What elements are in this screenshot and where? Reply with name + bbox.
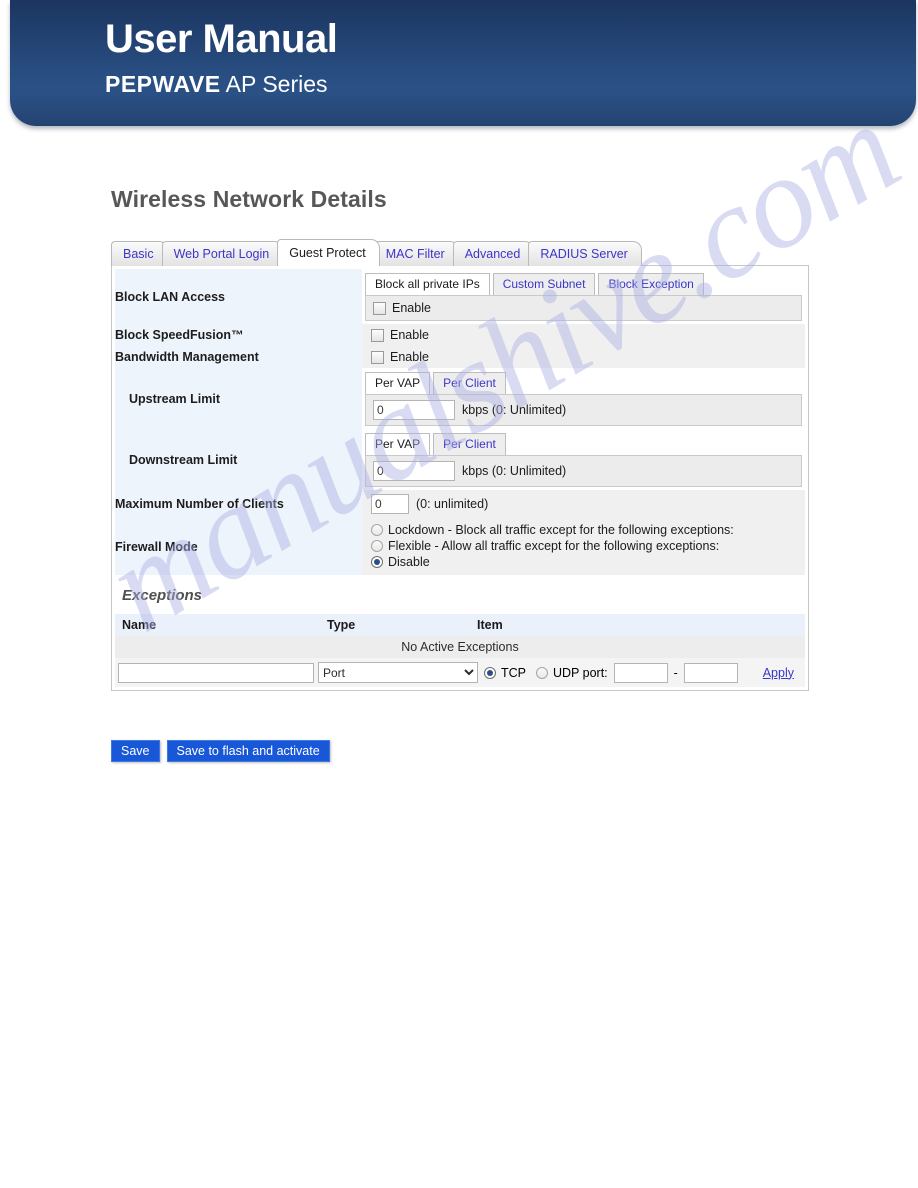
subtab-block-all-private-ips[interactable]: Block all private IPs: [365, 273, 490, 295]
row-downstream-limit: Downstream Limit Per VAP Per Client kbps…: [115, 429, 805, 490]
apply-exception-link[interactable]: Apply: [763, 666, 794, 680]
label-protocol-udp: UDP port:: [553, 665, 608, 680]
exceptions-header-row: Name Type Item: [115, 614, 805, 636]
label-bandwidth-management-enable: Enable: [390, 350, 429, 364]
tab-radius-server[interactable]: RADIUS Server: [528, 241, 642, 266]
checkbox-bandwidth-management-enable[interactable]: [371, 350, 384, 364]
page-title: Wireless Network Details: [111, 186, 387, 212]
exceptions-empty-message: No Active Exceptions: [115, 636, 805, 658]
column-header-item: Item: [470, 614, 805, 636]
label-protocol-tcp: TCP: [501, 665, 526, 680]
port-range-dash: -: [673, 665, 678, 680]
block-lan-enable-box: Enable: [365, 295, 802, 321]
subtab-downstream-per-client[interactable]: Per Client: [433, 433, 506, 455]
checkbox-block-lan-enable[interactable]: [373, 301, 386, 315]
value-block-lan-access: Block all private IPs Custom Subnet Bloc…: [362, 269, 805, 324]
unit-downstream-limit: kbps (0: Unlimited): [462, 464, 567, 478]
max-clients-line: (0: unlimited): [362, 490, 805, 518]
subtab-upstream-per-vap[interactable]: Per VAP: [365, 372, 431, 394]
row-block-speedfusion: Block SpeedFusion™ Enable: [115, 324, 805, 346]
value-bandwidth-management: Enable: [362, 346, 805, 368]
upstream-subtab-bar: Per VAP Per Client: [362, 368, 805, 394]
document-content: Wireless Network Details Basic Web Porta…: [0, 0, 918, 1188]
exceptions-empty-row: No Active Exceptions: [115, 636, 805, 658]
exceptions-section-title: Exceptions: [115, 575, 805, 614]
downstream-value-box: kbps (0: Unlimited): [365, 455, 802, 487]
input-downstream-limit[interactable]: [373, 461, 455, 481]
firewall-option-lockdown[interactable]: Lockdown - Block all traffic except for …: [371, 522, 798, 538]
label-bandwidth-management: Bandwidth Management: [115, 346, 362, 368]
label-block-lan-enable: Enable: [392, 301, 431, 315]
add-exception-form: Port TCP UDP port: - Apply: [118, 662, 802, 683]
radio-flexible[interactable]: [371, 540, 383, 552]
protocol-tcp-option[interactable]: TCP: [484, 666, 526, 680]
protocol-udp-option[interactable]: UDP port:: [536, 666, 608, 680]
action-button-bar: Save Save to flash and activate: [111, 740, 330, 762]
row-firewall-mode: Firewall Mode Lockdown - Block all traff…: [115, 518, 805, 575]
settings-table: Block LAN Access Block all private IPs C…: [115, 269, 805, 575]
label-firewall-mode: Firewall Mode: [115, 518, 362, 575]
exceptions-table: Name Type Item No Active Exceptions Port: [115, 614, 805, 687]
radio-disable[interactable]: [371, 556, 383, 568]
unit-max-clients: (0: unlimited): [416, 497, 489, 511]
radio-lockdown[interactable]: [371, 524, 383, 536]
input-max-clients[interactable]: [371, 494, 409, 514]
row-bandwidth-management: Bandwidth Management Enable: [115, 346, 805, 368]
speedfusion-enable-line: Enable: [362, 324, 805, 346]
row-max-clients: Maximum Number of Clients (0: unlimited): [115, 490, 805, 518]
value-upstream-limit: Per VAP Per Client kbps (0: Unlimited): [362, 368, 805, 429]
input-port-from[interactable]: [613, 662, 668, 683]
radio-protocol-udp[interactable]: [536, 666, 548, 679]
label-upstream-limit: Upstream Limit: [115, 368, 362, 429]
label-block-lan-access: Block LAN Access: [115, 269, 362, 324]
input-exception-name[interactable]: [118, 662, 314, 683]
upstream-value-box: kbps (0: Unlimited): [365, 394, 802, 426]
column-header-type: Type: [320, 614, 470, 636]
tab-guest-protect[interactable]: Guest Protect: [277, 239, 381, 266]
tab-mac-filter[interactable]: MAC Filter: [373, 241, 459, 266]
guest-protect-panel: Block LAN Access Block all private IPs C…: [111, 265, 809, 691]
block-lan-subtab-bar: Block all private IPs Custom Subnet Bloc…: [362, 269, 805, 295]
label-flexible: Flexible - Allow all traffic except for …: [388, 539, 720, 553]
row-upstream-limit: Upstream Limit Per VAP Per Client kbps (…: [115, 368, 805, 429]
downstream-subtab-bar: Per VAP Per Client: [362, 429, 805, 455]
input-upstream-limit[interactable]: [373, 400, 455, 420]
subtab-downstream-per-vap[interactable]: Per VAP: [365, 433, 431, 455]
subtab-block-exception[interactable]: Block Exception: [598, 273, 704, 295]
column-header-name: Name: [115, 614, 320, 636]
exceptions-add-row: Port TCP UDP port: - Apply: [115, 658, 805, 687]
label-max-clients: Maximum Number of Clients: [115, 490, 362, 518]
exceptions-add-cell: Port TCP UDP port: - Apply: [115, 658, 805, 687]
value-block-speedfusion: Enable: [362, 324, 805, 346]
label-lockdown: Lockdown - Block all traffic except for …: [388, 523, 734, 537]
tab-basic[interactable]: Basic: [111, 241, 168, 266]
label-downstream-limit: Downstream Limit: [115, 429, 362, 490]
firewall-mode-radio-group: Lockdown - Block all traffic except for …: [362, 518, 805, 575]
firewall-option-disable[interactable]: Disable: [371, 554, 798, 570]
value-downstream-limit: Per VAP Per Client kbps (0: Unlimited): [362, 429, 805, 490]
checkbox-block-speedfusion-enable[interactable]: [371, 328, 384, 342]
bandwidth-enable-line: Enable: [362, 346, 805, 368]
save-button[interactable]: Save: [111, 740, 160, 762]
radio-protocol-tcp[interactable]: [484, 666, 496, 679]
label-block-speedfusion: Block SpeedFusion™: [115, 324, 362, 346]
tab-bar: Basic Web Portal Login Guest Protect MAC…: [111, 239, 642, 266]
tab-web-portal-login[interactable]: Web Portal Login: [161, 241, 284, 266]
unit-upstream-limit: kbps (0: Unlimited): [462, 403, 567, 417]
firewall-option-flexible[interactable]: Flexible - Allow all traffic except for …: [371, 538, 798, 554]
select-exception-type[interactable]: Port: [318, 662, 478, 683]
tab-advanced[interactable]: Advanced: [452, 241, 535, 266]
row-block-lan-access: Block LAN Access Block all private IPs C…: [115, 269, 805, 324]
value-max-clients: (0: unlimited): [362, 490, 805, 518]
value-firewall-mode: Lockdown - Block all traffic except for …: [362, 518, 805, 575]
input-port-to[interactable]: [683, 662, 738, 683]
label-disable: Disable: [388, 555, 430, 569]
save-to-flash-and-activate-button[interactable]: Save to flash and activate: [166, 740, 330, 762]
subtab-upstream-per-client[interactable]: Per Client: [433, 372, 506, 394]
subtab-custom-subnet[interactable]: Custom Subnet: [492, 273, 596, 295]
label-block-speedfusion-enable: Enable: [390, 328, 429, 342]
